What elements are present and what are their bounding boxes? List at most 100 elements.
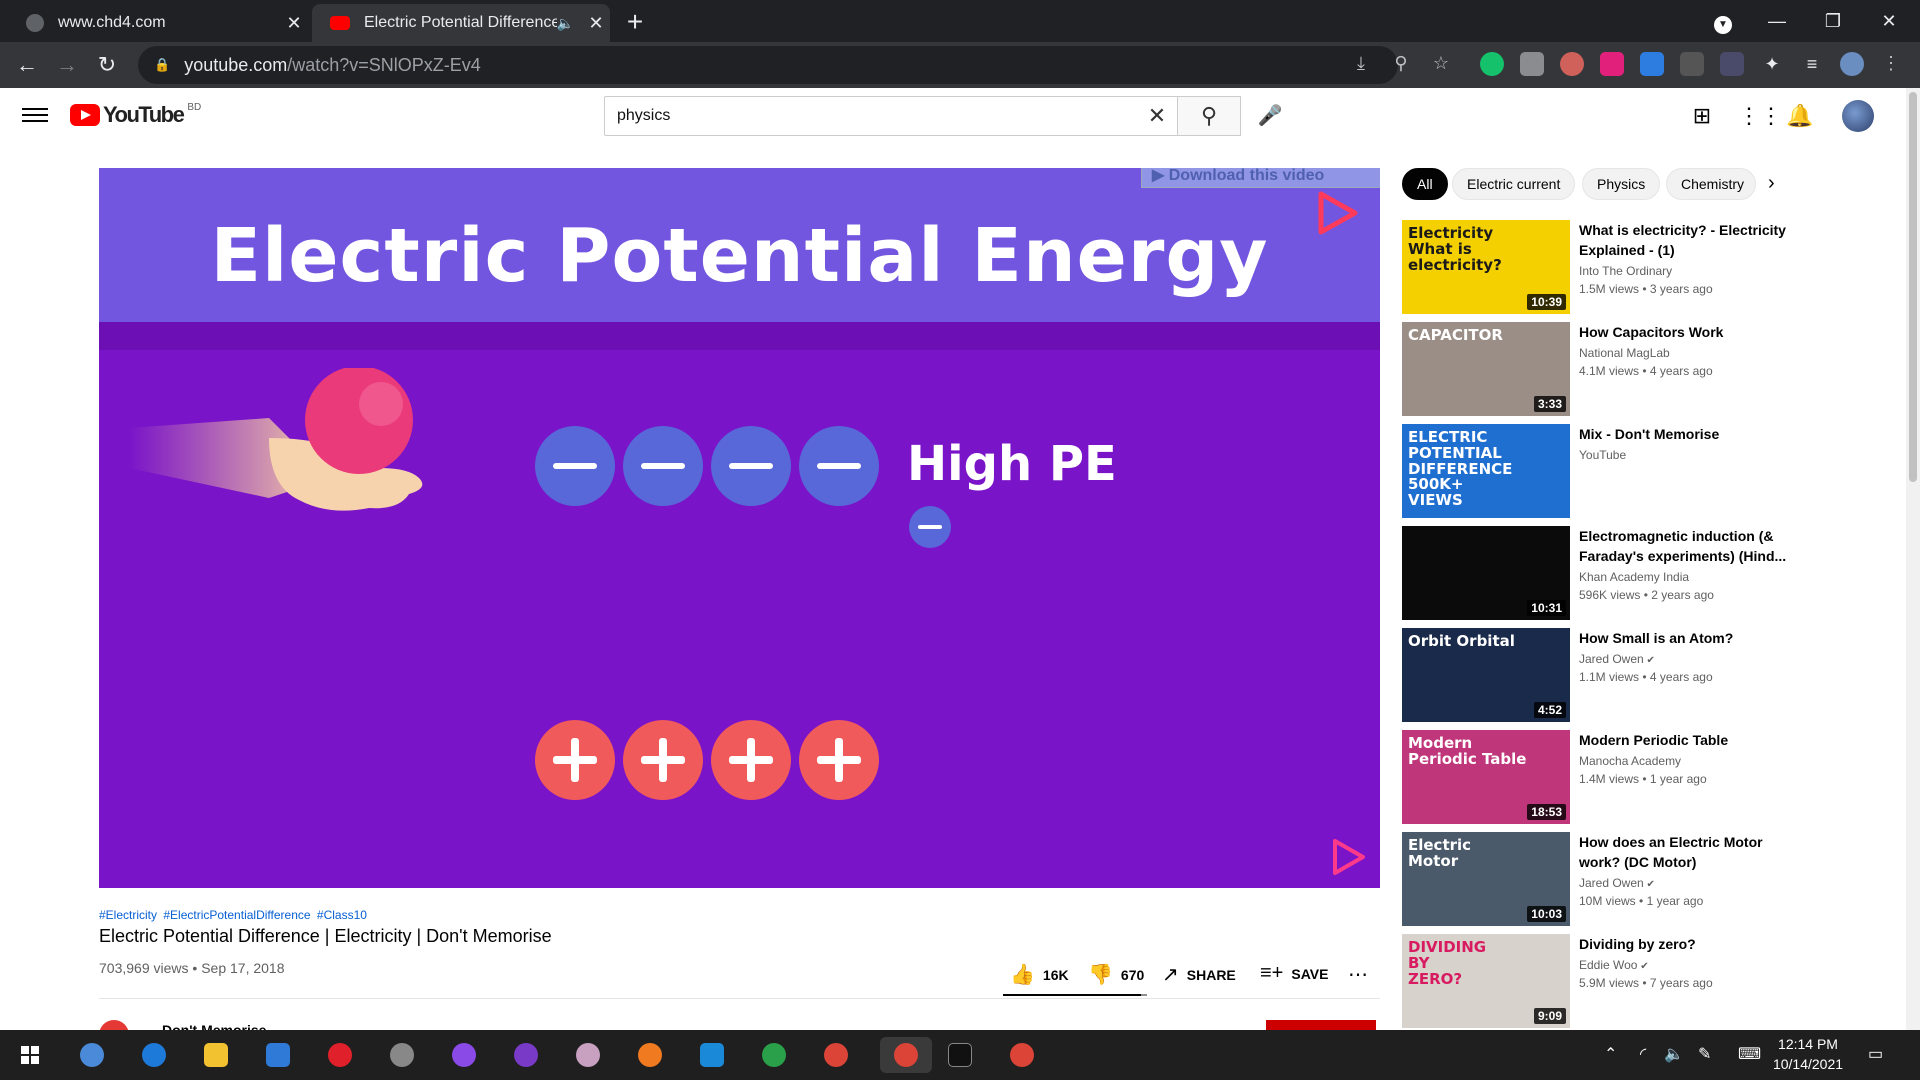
apps-grid-icon[interactable]: ⋮⋮ — [1738, 102, 1782, 130]
video-thumbnail[interactable]: CAPACITOR 3:33 — [1402, 322, 1570, 416]
chrome-profile-taskbar-icon[interactable] — [1004, 1037, 1040, 1073]
share-button[interactable]: ↗ SHARE — [1162, 962, 1236, 987]
file-explorer-taskbar-icon[interactable] — [198, 1037, 234, 1073]
close-tab-icon[interactable]: ✕ — [582, 13, 610, 34]
close-window-button[interactable]: ✕ — [1866, 4, 1912, 38]
profile-avatar[interactable] — [1840, 52, 1864, 76]
recommendation-item[interactable]: Orbit Orbital 4:52 How Small is an Atom? Ja… — [1402, 628, 1902, 724]
scrollbar-thumb[interactable] — [1909, 92, 1917, 482]
recommendation-title[interactable]: Dividing by zero? — [1579, 934, 1801, 954]
pen-icon[interactable]: ✎ — [1698, 1044, 1711, 1064]
address-bar[interactable]: 🔒 youtube.com/watch?v=SNlOPxZ-Ev4 — [138, 46, 1398, 84]
chip-electric-current[interactable]: Electric current — [1452, 168, 1576, 200]
chevron-right-icon[interactable]: › — [1768, 172, 1775, 195]
recommendation-channel[interactable]: Jared Owen ✔ — [1579, 876, 1655, 890]
media-control-icon[interactable]: ≡ — [1800, 52, 1824, 76]
reload-icon[interactable]: ↻ — [90, 48, 124, 82]
minimize-button[interactable]: — — [1754, 4, 1800, 38]
recommendation-title[interactable]: Electromagnetic induction (& Faraday's e… — [1579, 526, 1801, 566]
download-extension-icon[interactable] — [1640, 52, 1664, 76]
recommendation-title[interactable]: What is electricity? - Electricity Expla… — [1579, 220, 1801, 260]
recommendation-item[interactable]: 10:31 Electromagnetic induction (& Farada… — [1402, 526, 1902, 622]
zoom-icon[interactable]: ⚲ — [1390, 52, 1412, 74]
recommendation-title[interactable]: How Capacitors Work — [1579, 322, 1801, 342]
video-thumbnail[interactable]: DIVIDING BY ZERO? 9:09 — [1402, 934, 1570, 1028]
maximize-button[interactable]: ❐ — [1810, 4, 1856, 38]
github-desktop-taskbar-icon[interactable] — [508, 1037, 544, 1073]
create-video-icon[interactable]: ⊞ — [1688, 102, 1716, 130]
volume-icon[interactable]: 🔈 — [1664, 1044, 1684, 1064]
video-thumbnail[interactable]: ELECTRIC POTENTIAL DIFFERENCE 500K+ VIEW… — [1402, 424, 1570, 518]
hashtag-link[interactable]: #Class10 — [317, 908, 367, 922]
recommendation-title[interactable]: Modern Periodic Table — [1579, 730, 1801, 750]
recommendation-channel[interactable]: Khan Academy India — [1579, 570, 1689, 584]
hashtag-link[interactable]: #Electricity — [99, 908, 157, 922]
search-input[interactable] — [617, 107, 1137, 125]
qbittorrent-taskbar-icon[interactable] — [74, 1037, 110, 1073]
recommendation-channel[interactable]: Eddie Woo ✔ — [1579, 958, 1649, 972]
recommendation-channel[interactable]: Into The Ordinary — [1579, 264, 1672, 278]
notifications-bell-icon[interactable]: 🔔 — [1786, 102, 1814, 130]
satellite-app-taskbar-icon[interactable] — [384, 1037, 420, 1073]
bookmark-star-icon[interactable]: ☆ — [1430, 52, 1452, 74]
puzzle-extensions-icon[interactable]: ✦ — [1760, 52, 1784, 76]
chrome-active-taskbar-icon[interactable] — [880, 1037, 932, 1073]
video-thumbnail[interactable]: Electricity What is electricity? 10:39 — [1402, 220, 1570, 314]
video-thumbnail[interactable]: 10:31 — [1402, 526, 1570, 620]
edge-taskbar-icon[interactable] — [136, 1037, 172, 1073]
chip-physics[interactable]: Physics — [1582, 168, 1661, 200]
dislike-button[interactable]: 👎 670 — [1088, 962, 1144, 987]
messenger-taskbar-icon[interactable] — [446, 1037, 482, 1073]
recommendation-title[interactable]: How does an Electric Motor work? (DC Mot… — [1579, 832, 1801, 872]
chevron-up-icon[interactable]: ⌃ — [1604, 1044, 1617, 1064]
search-button[interactable]: ⚲ — [1177, 96, 1241, 136]
extension-icon[interactable] — [1560, 52, 1584, 76]
chip-chemistry[interactable]: Chemistry — [1666, 168, 1756, 200]
install-icon[interactable]: ⤓ — [1350, 52, 1372, 74]
tab-youtube[interactable]: Electric Potential Difference | 🔈 ✕ — [312, 4, 610, 42]
save-button[interactable]: ≡+ SAVE — [1260, 962, 1328, 985]
video-thumbnail[interactable]: Modern Periodic Table 18:53 — [1402, 730, 1570, 824]
terminal-taskbar-icon[interactable] — [942, 1037, 978, 1073]
menu-kebab-icon[interactable]: ⋮ — [1880, 52, 1902, 74]
recommendation-item[interactable]: Modern Periodic Table 18:53 Modern Periodi… — [1402, 730, 1902, 826]
recommendation-item[interactable]: Electricity What is electricity? 10:39 Wha… — [1402, 220, 1902, 316]
wifi-icon[interactable]: ◜ — [1640, 1044, 1646, 1064]
windows-start-button[interactable] — [12, 1037, 48, 1073]
grammarly-extension-icon[interactable] — [1480, 52, 1504, 76]
new-tab-button[interactable]: + — [618, 6, 652, 40]
page-scrollbar[interactable] — [1906, 88, 1920, 1030]
app-taskbar-icon[interactable] — [570, 1037, 606, 1073]
clear-search-icon[interactable]: ✕ — [1137, 103, 1177, 129]
pen-extension-icon[interactable] — [1720, 52, 1744, 76]
recommendation-title[interactable]: Mix - Don't Memorise — [1579, 424, 1801, 444]
video-player[interactable]: Electric Potential Energy ▶ Download thi… — [99, 168, 1380, 888]
hamburger-menu-icon[interactable] — [22, 104, 48, 128]
video-thumbnail[interactable]: Orbit Orbital 4:52 — [1402, 628, 1570, 722]
system-clock[interactable]: 12:14 PM 10/14/2021 — [1766, 1034, 1850, 1074]
recommendation-item[interactable]: Electric Motor 10:03 How does an Electric … — [1402, 832, 1902, 928]
vscode-taskbar-icon[interactable] — [694, 1037, 730, 1073]
speaker-muted-icon[interactable]: 🔈 — [557, 15, 574, 32]
like-button[interactable]: 👍 16K — [1010, 962, 1069, 987]
close-tab-icon[interactable]: ✕ — [280, 13, 308, 34]
microphone-icon[interactable]: 🎤 — [1250, 96, 1290, 136]
play-extension-icon[interactable] — [1600, 52, 1624, 76]
more-actions-button[interactable]: ⋯ — [1348, 962, 1376, 987]
tab-chd4[interactable]: www.chd4.com ✕ — [8, 4, 308, 42]
mail-taskbar-icon[interactable] — [260, 1037, 296, 1073]
back-arrow-icon[interactable]: ← — [10, 48, 44, 82]
recommendation-item[interactable]: ELECTRIC POTENTIAL DIFFERENCE 500K+ VIEW… — [1402, 424, 1902, 520]
firefox-taskbar-icon[interactable] — [632, 1037, 668, 1073]
notification-center-icon[interactable]: ▭ — [1868, 1044, 1883, 1064]
youtube-logo[interactable]: YouTube BD — [70, 102, 201, 128]
download-video-banner[interactable]: ▶ Download this video — [1141, 168, 1380, 188]
recommendation-item[interactable]: DIVIDING BY ZERO? 9:09 Dividing by zero? Ed… — [1402, 934, 1902, 1030]
chrome-taskbar-icon[interactable] — [818, 1037, 854, 1073]
opera-taskbar-icon[interactable] — [322, 1037, 358, 1073]
recommendation-title[interactable]: How Small is an Atom? — [1579, 628, 1801, 648]
recommendation-channel[interactable]: National MagLab — [1579, 346, 1670, 360]
recommendation-channel[interactable]: Jared Owen ✔ — [1579, 652, 1655, 666]
chip-all[interactable]: All — [1402, 168, 1448, 200]
keyboard-icon[interactable]: ⌨ — [1738, 1044, 1761, 1064]
